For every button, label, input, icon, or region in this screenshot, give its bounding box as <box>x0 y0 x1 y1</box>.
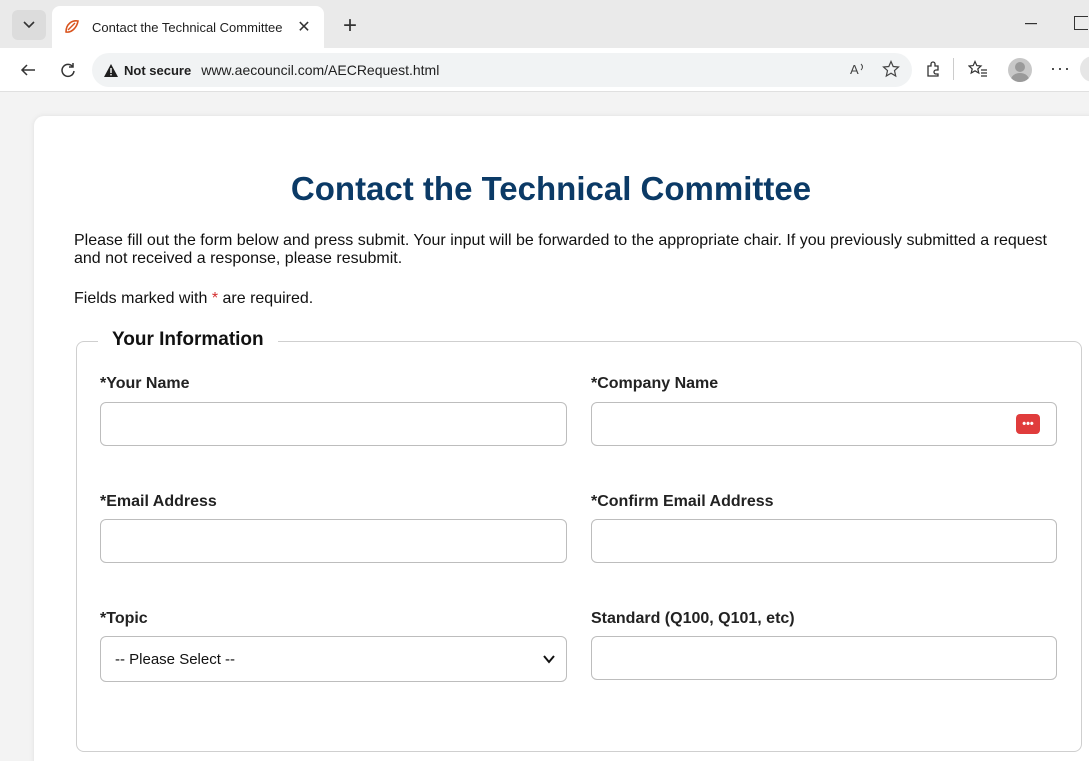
email-input[interactable] <box>100 519 567 563</box>
confirm-email-label: *Confirm Email Address <box>591 493 774 510</box>
intro-text: Please fill out the form below and press… <box>74 232 1047 267</box>
tab-actions-button[interactable] <box>12 10 46 40</box>
back-arrow-icon <box>20 64 35 76</box>
profile-avatar[interactable] <box>1008 58 1032 82</box>
password-manager-icon[interactable]: ••• <box>1016 414 1040 434</box>
your-name-input[interactable] <box>100 402 567 446</box>
site-favicon-icon <box>62 17 82 37</box>
settings-more-icon[interactable]: ··· <box>1050 58 1071 79</box>
topic-select[interactable]: -- Please Select -- <box>100 636 567 682</box>
browser-toolbar: Not secure www.aecouncil.com/AECRequest.… <box>0 48 1089 92</box>
your-name-label: *Your Name <box>100 375 190 392</box>
back-button[interactable] <box>16 58 40 82</box>
favorite-star-icon[interactable] <box>882 60 900 82</box>
close-tab-icon[interactable]: ✕ <box>294 17 314 37</box>
page-title: Contact the Technical Committee <box>290 170 812 207</box>
email-label: *Email Address <box>100 493 217 510</box>
maximize-button[interactable] <box>1074 16 1088 30</box>
minimize-icon <box>1025 23 1037 25</box>
tab-strip: Contact the Technical Committee ✕ + <box>0 0 1089 48</box>
required-note-prefix: Fields marked with <box>74 290 212 307</box>
company-name-label: *Company Name <box>591 375 719 392</box>
standard-label: Standard (Q100, Q101, etc) <box>591 610 795 627</box>
security-status[interactable]: Not secure <box>124 63 191 78</box>
topic-label: *Topic <box>100 610 148 627</box>
reload-icon <box>61 63 75 78</box>
active-tab[interactable]: Contact the Technical Committee ✕ <box>52 6 324 48</box>
reload-button[interactable] <box>56 58 80 82</box>
read-aloud-icon[interactable]: A <box>850 61 868 81</box>
topic-selected-value: -- Please Select -- <box>115 650 236 668</box>
tab-title: Contact the Technical Committee <box>92 19 283 35</box>
confirm-email-input[interactable] <box>591 519 1057 563</box>
toolbar-divider <box>953 58 954 80</box>
copilot-button[interactable] <box>1080 56 1089 82</box>
fieldset-legend: Your Information <box>98 329 278 351</box>
address-bar[interactable]: Not secure www.aecouncil.com/AECRequest.… <box>92 53 912 87</box>
favorites-icon[interactable] <box>967 60 988 83</box>
svg-text:A: A <box>850 62 859 77</box>
required-note-suffix: are required. <box>218 290 314 307</box>
company-name-input[interactable] <box>591 402 1057 446</box>
required-note: Fields marked with * are required. <box>74 290 313 308</box>
minimize-button[interactable] <box>1016 12 1046 36</box>
standard-input[interactable] <box>591 636 1057 680</box>
new-tab-button[interactable]: + <box>336 12 364 40</box>
warning-icon[interactable] <box>104 63 118 77</box>
url-text[interactable]: www.aecouncil.com/AECRequest.html <box>201 62 439 78</box>
extensions-icon[interactable] <box>924 60 942 83</box>
chevron-down-icon <box>543 655 555 664</box>
chevron-down-icon <box>23 21 35 29</box>
